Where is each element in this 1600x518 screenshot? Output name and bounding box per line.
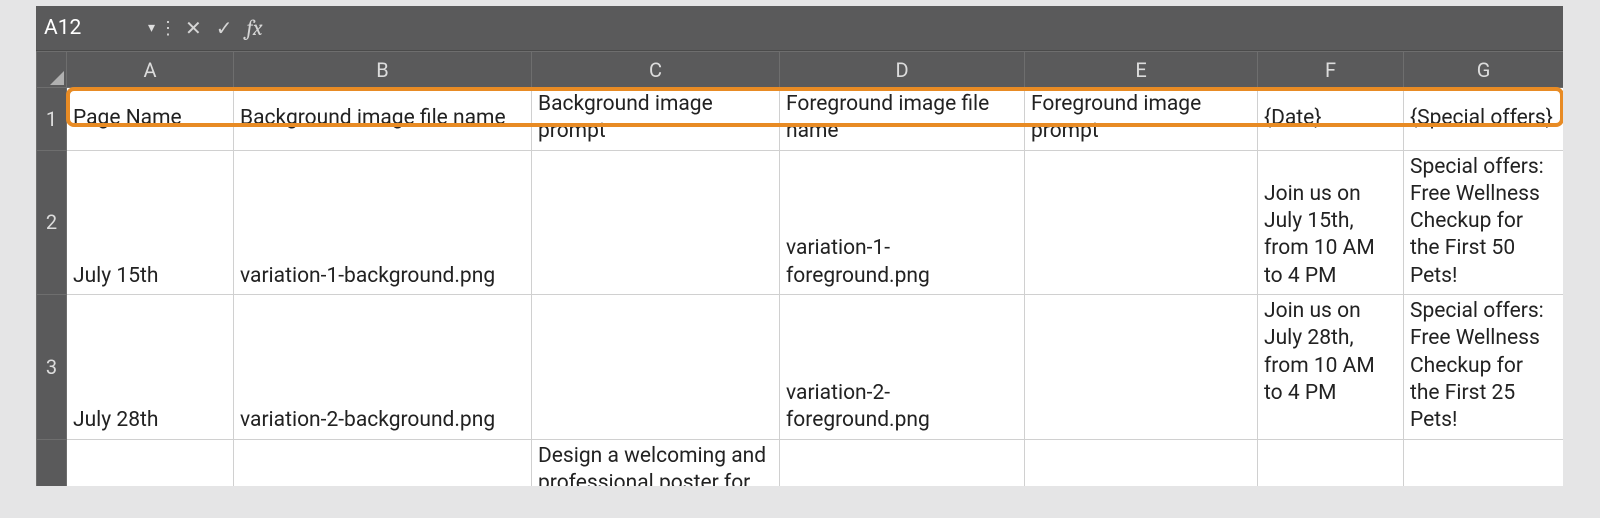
cell-G1[interactable]: {Special offers}: [1404, 88, 1564, 151]
row-header-3[interactable]: 3: [37, 295, 67, 439]
table-row: 1 Page Name Background image file name B…: [37, 88, 1564, 151]
cell-A4[interactable]: [67, 439, 234, 486]
col-header-E[interactable]: E: [1025, 52, 1258, 88]
cell-B2[interactable]: variation-1-background.png: [234, 150, 532, 294]
col-header-B[interactable]: B: [234, 52, 532, 88]
cell-F3[interactable]: Join us on July 28th, from 10 AM to 4 PM: [1258, 295, 1404, 439]
cell-C3[interactable]: [532, 295, 780, 439]
cell-G4[interactable]: [1404, 439, 1564, 486]
cell-E1[interactable]: Foreground image prompt: [1025, 88, 1258, 151]
spreadsheet: A12 ▾ ⋮ ✕ ✓ fx A B C D E F G: [36, 6, 1563, 486]
cell-C4[interactable]: Design a welcoming and professional post…: [532, 439, 780, 486]
cell-D3[interactable]: variation-2-foreground.png: [780, 295, 1025, 439]
formula-bar: A12 ▾ ⋮ ✕ ✓ fx: [36, 6, 1563, 51]
cell-B4[interactable]: [234, 439, 532, 486]
cell-D1[interactable]: Foreground image file name: [780, 88, 1025, 151]
col-header-A[interactable]: A: [67, 52, 234, 88]
triangle-icon: [50, 71, 64, 85]
grid[interactable]: A B C D E F G 1 Page Name Background ima…: [36, 51, 1563, 486]
cell-A2[interactable]: July 15th: [67, 150, 234, 294]
cell-G2[interactable]: Special offers: Free Wellness Checkup fo…: [1404, 150, 1564, 294]
divider: ⋮: [161, 6, 175, 50]
name-box-value: A12: [44, 16, 81, 40]
cell-F4[interactable]: [1258, 439, 1404, 486]
chevron-down-icon[interactable]: ▾: [148, 20, 155, 36]
cell-B1[interactable]: Background image file name: [234, 88, 532, 151]
cell-D4[interactable]: [780, 439, 1025, 486]
fx-icon[interactable]: fx: [247, 15, 263, 41]
column-header-row: A B C D E F G: [37, 52, 1564, 88]
col-header-C[interactable]: C: [532, 52, 780, 88]
table-row: Design a welcoming and professional post…: [37, 439, 1564, 486]
cell-G3[interactable]: Special offers: Free Wellness Checkup fo…: [1404, 295, 1564, 439]
cell-D2[interactable]: variation-1-foreground.png: [780, 150, 1025, 294]
cell-E4[interactable]: [1025, 439, 1258, 486]
col-header-D[interactable]: D: [780, 52, 1025, 88]
table-row: 2 July 15th variation-1-background.png v…: [37, 150, 1564, 294]
enter-icon[interactable]: ✓: [216, 16, 233, 40]
name-box[interactable]: A12 ▾: [36, 6, 161, 50]
cell-E3[interactable]: [1025, 295, 1258, 439]
cell-C1[interactable]: Background image prompt: [532, 88, 780, 151]
cell-C2[interactable]: [532, 150, 780, 294]
row-header-1[interactable]: 1: [37, 88, 67, 151]
row-header-4[interactable]: [37, 439, 67, 486]
select-all-corner[interactable]: [37, 52, 67, 88]
formula-bar-controls: ✕ ✓ fx: [175, 6, 273, 50]
cell-A3[interactable]: July 28th: [67, 295, 234, 439]
cell-F2[interactable]: Join us on July 15th, from 10 AM to 4 PM: [1258, 150, 1404, 294]
cell-B3[interactable]: variation-2-background.png: [234, 295, 532, 439]
col-header-F[interactable]: F: [1258, 52, 1404, 88]
cancel-icon[interactable]: ✕: [185, 16, 202, 40]
formula-input[interactable]: [273, 6, 1563, 50]
table-row: 3 July 28th variation-2-background.png v…: [37, 295, 1564, 439]
cell-E2[interactable]: [1025, 150, 1258, 294]
cell-F1[interactable]: {Date}: [1258, 88, 1404, 151]
row-header-2[interactable]: 2: [37, 150, 67, 294]
cell-A1[interactable]: Page Name: [67, 88, 234, 151]
col-header-G[interactable]: G: [1404, 52, 1564, 88]
